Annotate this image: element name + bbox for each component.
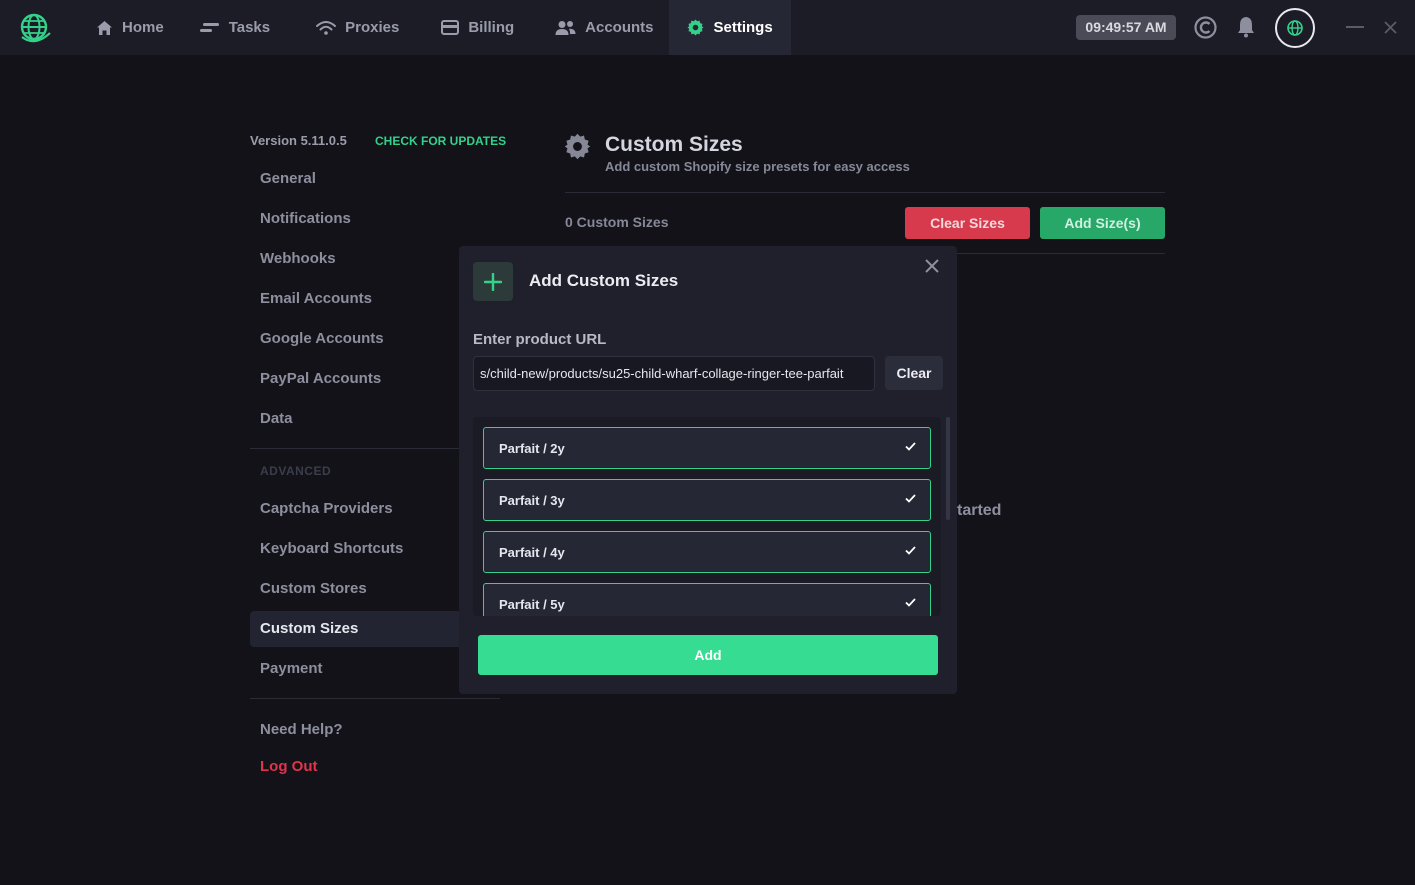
size-option-label: Parfait / 2y <box>499 441 565 456</box>
plus-icon <box>484 272 502 291</box>
modal-icon-box <box>473 262 513 301</box>
nav-accounts-label: Accounts <box>585 19 654 36</box>
custom-sizes-count: 0 Custom Sizes <box>565 214 669 230</box>
size-list-scrollbar[interactable] <box>946 417 950 520</box>
sidebar-item-general[interactable]: General <box>250 161 500 197</box>
nav-accounts[interactable]: Accounts <box>530 0 669 55</box>
tasks-icon <box>199 22 219 32</box>
captcha-c-icon[interactable] <box>1194 16 1217 39</box>
product-url-input[interactable] <box>473 356 875 391</box>
size-option-parfait-3y[interactable]: Parfait / 3y <box>483 479 931 521</box>
size-option-parfait-2y[interactable]: Parfait / 2y <box>483 427 931 469</box>
close-icon[interactable] <box>925 259 939 273</box>
url-label: Enter product URL <box>473 331 607 348</box>
logout-link[interactable]: Log Out <box>250 749 500 785</box>
version-text: Version 5.11.0.5 <box>250 133 347 148</box>
empty-state-text: tarted <box>957 502 1002 519</box>
nav-settings[interactable]: Settings <box>669 0 791 55</box>
size-option-parfait-4y[interactable]: Parfait / 4y <box>483 531 931 573</box>
minimize-icon[interactable] <box>1346 26 1364 29</box>
checkmark-icon <box>905 598 916 607</box>
size-option-label: Parfait / 5y <box>499 597 565 612</box>
clock: 09:49:57 AM <box>1076 15 1176 40</box>
bell-icon[interactable] <box>1237 16 1255 38</box>
clear-sizes-button[interactable]: Clear Sizes <box>905 207 1030 239</box>
page-title: Custom Sizes <box>605 133 743 156</box>
wifi-icon <box>316 20 337 35</box>
checkmark-icon <box>905 442 916 451</box>
card-icon <box>441 20 460 35</box>
users-icon <box>555 20 576 35</box>
nav-home-label: Home <box>122 19 164 36</box>
size-list[interactable]: Parfait / 2y Parfait / 3y Parfait / 4y P… <box>473 417 941 616</box>
checkmark-icon <box>905 546 916 555</box>
modal-title: Add Custom Sizes <box>529 271 679 290</box>
add-button[interactable]: Add <box>478 635 938 675</box>
nav-proxies[interactable]: Proxies <box>286 0 415 55</box>
settings-gear-icon <box>564 133 591 160</box>
nav-tasks-label: Tasks <box>228 19 271 36</box>
nav-proxies-label: Proxies <box>345 19 400 36</box>
nav-settings-label: Settings <box>713 19 773 36</box>
page-subtitle: Add custom Shopify size presets for easy… <box>605 159 910 174</box>
content-divider <box>565 192 1165 193</box>
avatar[interactable] <box>1275 8 1315 48</box>
size-option-label: Parfait / 4y <box>499 545 565 560</box>
check-updates-link[interactable]: CHECK FOR UPDATES <box>375 134 506 148</box>
add-custom-sizes-modal: Add Custom Sizes Enter product URL Clear… <box>459 246 957 694</box>
clear-url-button[interactable]: Clear <box>885 356 943 390</box>
add-sizes-button[interactable]: Add Size(s) <box>1040 207 1165 239</box>
advanced-heading: ADVANCED <box>260 464 332 478</box>
sidebar-item-notifications[interactable]: Notifications <box>250 201 500 237</box>
checkmark-icon <box>905 494 916 503</box>
globe-avatar-icon <box>1287 20 1303 36</box>
nav-tasks[interactable]: Tasks <box>180 0 286 55</box>
top-bar: Home Tasks Proxies Billing Accounts Sett… <box>0 0 1415 55</box>
nav-billing[interactable]: Billing <box>415 0 530 55</box>
nav-billing-label: Billing <box>468 19 515 36</box>
need-help-link[interactable]: Need Help? <box>250 712 500 748</box>
main-nav: Home Tasks Proxies Billing Accounts Sett… <box>80 0 791 55</box>
close-window-icon[interactable] <box>1384 21 1397 34</box>
home-icon <box>97 20 112 35</box>
sidebar-divider <box>250 698 500 699</box>
gear-icon <box>687 19 704 36</box>
size-option-parfait-5y[interactable]: Parfait / 5y <box>483 583 931 616</box>
globe-logo-icon[interactable] <box>18 11 52 45</box>
nav-home[interactable]: Home <box>80 0 180 55</box>
size-option-label: Parfait / 3y <box>499 493 565 508</box>
